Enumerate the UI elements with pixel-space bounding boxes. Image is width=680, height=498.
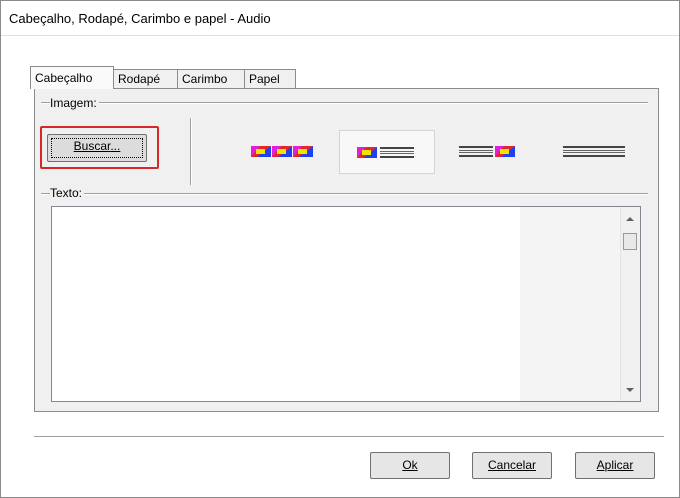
- images-only-icon: [251, 146, 313, 157]
- cancel-button[interactable]: Cancelar: [472, 452, 552, 479]
- position-images-only[interactable]: [240, 130, 320, 174]
- text-left-image-right-icon: [459, 146, 515, 157]
- scroll-down-icon[interactable]: [626, 388, 634, 392]
- apply-button[interactable]: Aplicar: [575, 452, 655, 479]
- tab-papel[interactable]: Papel: [244, 69, 296, 88]
- image-group-label: Imagem:: [50, 96, 99, 110]
- text-area[interactable]: [51, 206, 641, 402]
- browse-button-label: Buscar...: [73, 139, 121, 153]
- position-image-right[interactable]: [449, 130, 539, 174]
- tab-cabecalho[interactable]: Cabeçalho: [30, 66, 114, 89]
- title-bar[interactable]: Cabeçalho, Rodapé, Carimbo e papel - Aud…: [1, 1, 679, 36]
- cancel-button-label: Cancelar: [487, 458, 537, 472]
- tab-carimbo[interactable]: Carimbo: [177, 69, 245, 88]
- group-separator: [190, 118, 192, 185]
- group-divider-image: [41, 102, 648, 104]
- image-left-text-right-icon: [357, 147, 414, 158]
- position-image-left[interactable]: [339, 130, 435, 174]
- text-group-label: Texto:: [50, 186, 85, 200]
- vertical-scrollbar[interactable]: [620, 207, 640, 401]
- ok-button[interactable]: Ok: [370, 452, 450, 479]
- group-divider-text: [41, 193, 648, 195]
- ok-button-label: Ok: [402, 458, 418, 472]
- button-separator: [34, 436, 664, 438]
- browse-button[interactable]: Buscar...: [47, 134, 147, 162]
- scroll-up-icon[interactable]: [626, 217, 634, 221]
- apply-button-label: Aplicar: [596, 458, 634, 472]
- text-area-margin: [520, 207, 620, 401]
- position-text-only[interactable]: [553, 130, 643, 174]
- window-title: Cabeçalho, Rodapé, Carimbo e papel - Aud…: [9, 11, 271, 26]
- tab-rodape[interactable]: Rodapé: [113, 69, 178, 88]
- scroll-thumb[interactable]: [623, 233, 637, 250]
- text-only-icon: [563, 146, 625, 157]
